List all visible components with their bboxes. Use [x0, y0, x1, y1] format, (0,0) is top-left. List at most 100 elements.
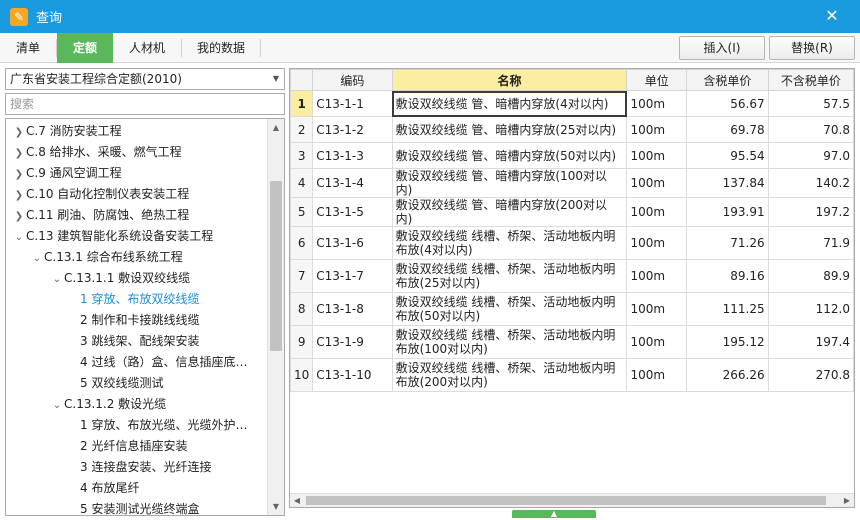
cell-unit[interactable]: 100m	[626, 292, 688, 326]
tree-item[interactable]: 5 安装测试光缆终端盒	[70, 499, 199, 515]
cell-tax-price[interactable]: 137.84	[686, 168, 769, 198]
cell-code[interactable]: C13-1-3	[312, 142, 393, 169]
chevron-right-icon[interactable]: ❯	[12, 143, 26, 164]
scroll-left-icon[interactable]: ◀	[290, 494, 304, 507]
tab-quota[interactable]: 定额	[57, 33, 113, 63]
cell-name[interactable]: 敷设双绞线缆 线槽、桥架、活动地板内明布放(4对以内)	[391, 226, 628, 260]
cell-unit[interactable]: 100m	[626, 168, 688, 198]
chevron-down-icon[interactable]: ⌄	[30, 248, 44, 269]
cell-code[interactable]: C13-1-6	[312, 226, 393, 260]
cell-tax-price[interactable]: 111.25	[686, 292, 769, 326]
cell-code[interactable]: C13-1-5	[312, 197, 393, 227]
cell-name[interactable]: 敷设双绞线缆 管、暗槽内穿放(25对以内)	[391, 116, 628, 143]
row-number[interactable]: 4	[290, 168, 314, 198]
row-number[interactable]: 8	[290, 292, 314, 326]
cell-name[interactable]: 敷设双绞线缆 管、暗槽内穿放(4对以内)	[391, 90, 628, 117]
chapter-tree[interactable]: 5 安装测试光缆终端盒 4 布放尾纤 3 连接盘安装、光纤连接 2 光纤信息插座安装 1…	[5, 118, 285, 516]
scroll-up-icon[interactable]: ▲	[268, 119, 284, 136]
cell-notax-price[interactable]: 197.2	[767, 197, 854, 227]
tab-bill[interactable]: 清单	[0, 33, 56, 63]
chevron-right-icon[interactable]: ❯	[12, 185, 26, 206]
tree-item[interactable]: ⌄ C.13.1.1 敷设双绞线缆	[50, 268, 190, 289]
column-header-code[interactable]: 编码	[312, 69, 393, 91]
row-number[interactable]: 7	[290, 259, 314, 293]
tree-item[interactable]: 2 光纤信息插座安装	[70, 436, 187, 457]
cell-name[interactable]: 敷设双绞线缆 管、暗槽内穿放(100对以内)	[391, 168, 628, 198]
tab-my-data[interactable]: 我的数据	[182, 33, 260, 63]
cell-notax-price[interactable]: 140.2	[767, 168, 854, 198]
cell-code[interactable]: C13-1-1	[312, 90, 393, 117]
tree-item[interactable]: ❯ C.11 刷油、防腐蚀、绝热工程	[12, 205, 189, 226]
scrollbar-thumb[interactable]	[270, 181, 282, 351]
cell-tax-price[interactable]: 193.91	[686, 197, 769, 227]
cell-unit[interactable]: 100m	[626, 325, 688, 359]
scrollbar-thumb[interactable]	[306, 496, 826, 505]
chevron-down-icon[interactable]: ⌄	[50, 269, 64, 290]
table-row[interactable]: 10 C13-1-10 敷设双绞线缆 线槽、桥架、活动地板内明布放(200对以内) 1…	[290, 358, 854, 392]
column-header-tax-price[interactable]: 含税单价	[686, 69, 769, 91]
row-number[interactable]: 2	[290, 116, 314, 143]
quota-grid[interactable]: 编码 名称 单位 含税单价 不含税单价 1 C13-1-1 敷设双绞线缆 管、暗槽内…	[289, 68, 855, 508]
cell-unit[interactable]: 100m	[626, 116, 688, 143]
row-number[interactable]: 9	[290, 325, 314, 359]
cell-unit[interactable]: 100m	[626, 226, 688, 260]
close-icon[interactable]: ✕	[822, 6, 842, 26]
cell-unit[interactable]: 100m	[626, 358, 688, 392]
cell-name[interactable]: 敷设双绞线缆 线槽、桥架、活动地板内明布放(25对以内)	[391, 259, 628, 293]
column-header-notax-price[interactable]: 不含税单价	[767, 69, 854, 91]
row-number[interactable]: 6	[290, 226, 314, 260]
cell-notax-price[interactable]: 112.0	[767, 292, 854, 326]
insert-button[interactable]: 插入(I)	[679, 36, 765, 60]
cell-notax-price[interactable]: 270.8	[767, 358, 854, 392]
tree-item[interactable]: ❯ C.7 消防安装工程	[12, 121, 122, 142]
column-header-unit[interactable]: 单位	[626, 69, 688, 91]
column-header-name[interactable]: 名称	[391, 69, 628, 91]
cell-notax-price[interactable]: 71.9	[767, 226, 854, 260]
cell-tax-price[interactable]: 266.26	[686, 358, 769, 392]
collapse-handle-icon[interactable]: ▲	[512, 510, 596, 518]
table-row[interactable]: 5 C13-1-5 敷设双绞线缆 管、暗槽内穿放(200对以内) 100m 193.91…	[290, 197, 854, 227]
cell-name[interactable]: 敷设双绞线缆 线槽、桥架、活动地板内明布放(200对以内)	[391, 358, 628, 392]
cell-name[interactable]: 敷设双绞线缆 管、暗槽内穿放(200对以内)	[391, 197, 628, 227]
cell-code[interactable]: C13-1-10	[312, 358, 393, 392]
row-number[interactable]: 3	[290, 142, 314, 169]
table-row[interactable]: 7 C13-1-7 敷设双绞线缆 线槽、桥架、活动地板内明布放(25对以内) 100m…	[290, 259, 854, 293]
cell-tax-price[interactable]: 71.26	[686, 226, 769, 260]
search-input[interactable]: 搜索	[5, 93, 285, 115]
cell-unit[interactable]: 100m	[626, 259, 688, 293]
cell-tax-price[interactable]: 89.16	[686, 259, 769, 293]
cell-code[interactable]: C13-1-2	[312, 116, 393, 143]
tree-item[interactable]: 5 双绞线缆测试	[70, 373, 163, 394]
chevron-down-icon[interactable]: ⌄	[50, 395, 64, 416]
chevron-right-icon[interactable]: ❯	[12, 206, 26, 227]
cell-tax-price[interactable]: 56.67	[686, 90, 769, 117]
cell-unit[interactable]: 100m	[626, 142, 688, 169]
cell-name[interactable]: 敷设双绞线缆 线槽、桥架、活动地板内明布放(100对以内)	[391, 325, 628, 359]
cell-code[interactable]: C13-1-7	[312, 259, 393, 293]
cell-code[interactable]: C13-1-4	[312, 168, 393, 198]
cell-tax-price[interactable]: 95.54	[686, 142, 769, 169]
cell-notax-price[interactable]: 197.4	[767, 325, 854, 359]
cell-notax-price[interactable]: 97.0	[767, 142, 854, 169]
cell-code[interactable]: C13-1-8	[312, 292, 393, 326]
grid-horizontal-scrollbar[interactable]: ◀ ▶	[290, 493, 854, 507]
tree-item[interactable]: 3 连接盘安装、光纤连接	[70, 457, 211, 478]
scroll-right-icon[interactable]: ▶	[840, 494, 854, 507]
chevron-right-icon[interactable]: ❯	[12, 164, 26, 185]
tree-item[interactable]: 2 制作和卡接跳线线缆	[70, 310, 199, 331]
chevron-down-icon[interactable]: ⌄	[12, 227, 26, 248]
tree-item[interactable]: ⌄ C.13 建筑智能化系统设备安装工程	[12, 226, 213, 247]
table-row[interactable]: 6 C13-1-6 敷设双绞线缆 线槽、桥架、活动地板内明布放(4对以内) 100m 7…	[290, 226, 854, 260]
cell-notax-price[interactable]: 89.9	[767, 259, 854, 293]
tree-item[interactable]: 1 穿放、布放光缆、光缆外护…	[70, 415, 247, 436]
cell-tax-price[interactable]: 69.78	[686, 116, 769, 143]
row-number[interactable]: 10	[290, 358, 314, 392]
tree-item[interactable]: ❯ C.9 通风空调工程	[12, 163, 122, 184]
tree-item[interactable]: 1 穿放、布放双绞线缆	[70, 289, 199, 310]
tree-item[interactable]: ❯ C.10 自动化控制仪表安装工程	[12, 184, 189, 205]
cell-tax-price[interactable]: 195.12	[686, 325, 769, 359]
cell-notax-price[interactable]: 57.5	[767, 90, 854, 117]
cell-unit[interactable]: 100m	[626, 90, 688, 117]
tree-scrollbar[interactable]: ▲ ▼	[267, 119, 284, 515]
cell-notax-price[interactable]: 70.8	[767, 116, 854, 143]
